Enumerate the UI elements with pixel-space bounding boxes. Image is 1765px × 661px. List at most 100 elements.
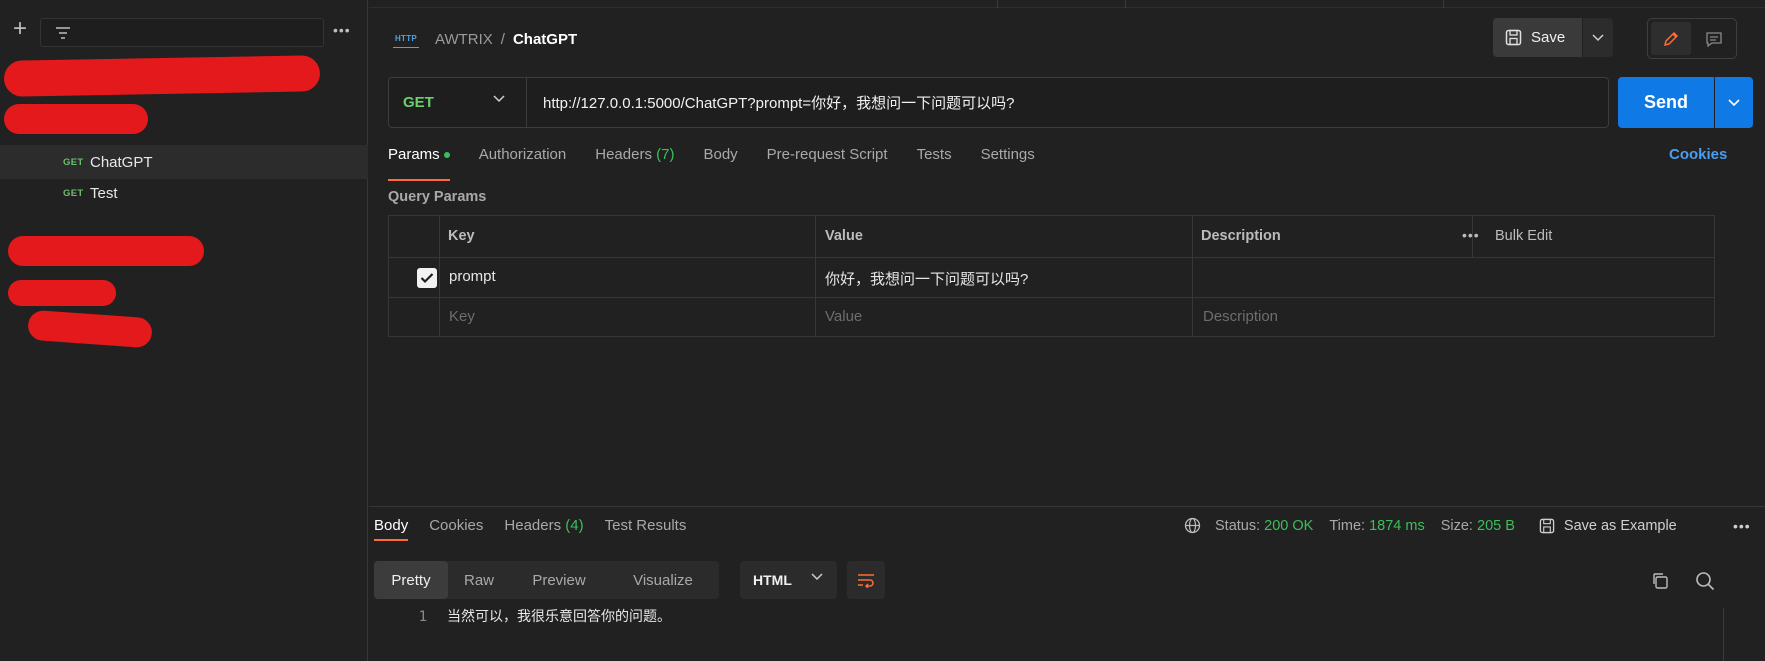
table-row-empty: Key Value Description [389, 298, 1714, 336]
save-icon [1539, 518, 1555, 533]
chevron-down-icon [1592, 33, 1604, 41]
tab-tests[interactable]: Tests [917, 146, 952, 178]
redaction-mark [4, 104, 148, 134]
page-title[interactable]: ChatGPT [513, 31, 577, 48]
response-tab-body[interactable]: Body [374, 517, 409, 541]
redaction-mark [8, 236, 204, 266]
cookies-link[interactable]: Cookies [1669, 146, 1727, 163]
headers-count: (7) [656, 146, 675, 163]
time-badge[interactable]: Time: 1874 ms [1329, 518, 1424, 534]
time-value: 1874 ms [1369, 517, 1425, 534]
method-select[interactable]: GET [389, 78, 527, 127]
send-button[interactable]: Send [1618, 77, 1714, 128]
redaction-mark [27, 309, 153, 349]
more-options-icon[interactable]: ••• [1462, 227, 1480, 243]
wrap-lines-icon [858, 574, 874, 588]
http-icon: HTTP [393, 30, 419, 48]
response-tab-test-results[interactable]: Test Results [605, 517, 687, 534]
edit-mode-button[interactable] [1651, 22, 1691, 55]
sidebar: + ••• ⌄ ⌄ AWTRIX GET ChatGPT GET Test › [0, 0, 368, 661]
status-label: Status: [1215, 517, 1261, 534]
checkmark-icon [420, 273, 434, 284]
breadcrumb-parent[interactable]: AWTRIX [435, 31, 493, 48]
param-value[interactable]: 你好，我想问一下问题可以吗? [825, 268, 1028, 289]
sidebar-filter-input[interactable] [40, 18, 324, 47]
chevron-down-icon [811, 573, 823, 581]
breadcrumb-separator: / [500, 30, 505, 48]
tab-authorization[interactable]: Authorization [479, 146, 567, 178]
tab-label: Headers [504, 517, 562, 534]
format-raw[interactable]: Raw [448, 561, 510, 599]
request-tabs: Params Authorization Headers (7) Body Pr… [388, 146, 1035, 181]
url-input[interactable]: http://127.0.0.1:5000/ChatGPT?prompt=你好，… [543, 92, 1014, 113]
param-key[interactable]: prompt [449, 268, 496, 285]
headers-count: (4) [565, 517, 584, 534]
request-name: Test [90, 184, 118, 202]
size-label: Size: [1440, 517, 1473, 534]
save-icon [1505, 29, 1522, 46]
new-key-input[interactable]: Key [449, 308, 475, 325]
method-tag: GET [63, 156, 84, 168]
format-preview[interactable]: Preview [510, 561, 608, 599]
save-options-button[interactable] [1583, 18, 1613, 57]
table-header-row: Key Value Description ••• Bulk Edit [389, 216, 1714, 258]
pencil-icon [1663, 31, 1679, 46]
column-header-key: Key [448, 228, 475, 244]
query-params-table: Key Value Description ••• Bulk Edit prom… [388, 215, 1715, 337]
format-pretty[interactable]: Pretty [374, 561, 448, 599]
save-as-example-label: Save as Example [1563, 517, 1677, 534]
comments-button[interactable] [1694, 22, 1734, 55]
save-button[interactable]: Save [1493, 18, 1582, 57]
send-options-button[interactable] [1715, 77, 1753, 128]
active-dot-icon [443, 152, 450, 159]
tab-body[interactable]: Body [703, 146, 737, 178]
bulk-edit-button[interactable]: Bulk Edit [1495, 228, 1552, 244]
vertical-scrollbar[interactable] [1723, 608, 1735, 661]
tab-label: Headers [595, 146, 652, 163]
tab-settings[interactable]: Settings [981, 146, 1035, 178]
status-badge[interactable]: Status: 200 OK [1215, 518, 1313, 534]
response-tab-cookies[interactable]: Cookies [429, 517, 483, 534]
method-tag: GET [63, 187, 84, 199]
size-value: 205 B [1477, 517, 1515, 534]
status-value: 200 OK [1264, 517, 1314, 534]
response-body-line: 1 当然可以，我很乐意回答你的问题。 [413, 606, 671, 626]
filter-icon[interactable] [55, 26, 71, 40]
copy-icon[interactable] [1651, 572, 1669, 590]
tab-prerequest-script[interactable]: Pre-request Script [767, 146, 888, 178]
tab-strip [369, 0, 1765, 8]
tab-divider [997, 0, 998, 8]
new-description-input[interactable]: Description [1203, 308, 1278, 325]
language-value: HTML [753, 572, 792, 588]
view-mode-toggle [1647, 18, 1737, 59]
response-tab-headers[interactable]: Headers (4) [504, 517, 583, 534]
param-enabled-checkbox[interactable] [417, 268, 437, 288]
response-divider[interactable] [369, 506, 1765, 507]
tab-divider [1443, 0, 1444, 8]
word-wrap-button[interactable] [847, 561, 885, 599]
tab-params[interactable]: Params [388, 146, 450, 181]
search-icon[interactable] [1695, 571, 1715, 591]
tab-divider [1125, 0, 1126, 8]
format-visualize[interactable]: Visualize [608, 561, 718, 599]
chevron-down-icon [1728, 98, 1740, 106]
column-header-description: Description [1201, 228, 1281, 244]
language-select[interactable]: HTML [740, 561, 837, 599]
save-as-example-button[interactable]: Save as Example [1539, 518, 1677, 534]
more-options-icon[interactable]: ••• [1733, 518, 1751, 534]
query-params-title: Query Params [388, 189, 487, 205]
response-tabs: Body Cookies Headers (4) Test Results [374, 517, 687, 541]
column-header-value: Value [825, 228, 863, 244]
new-value-input[interactable]: Value [825, 308, 862, 325]
sidebar-toolbar: + ••• [0, 0, 368, 66]
tree-request-test[interactable]: GET Test [0, 176, 368, 210]
size-badge[interactable]: Size: 205 B [1441, 518, 1515, 534]
tab-headers[interactable]: Headers (7) [595, 146, 674, 178]
response-meta: Status: 200 OK Time: 1874 ms Size: 205 B… [1184, 517, 1677, 534]
globe-icon[interactable] [1184, 517, 1201, 534]
redaction-mark [8, 280, 116, 306]
table-row: prompt 你好，我想问一下问题可以吗? [389, 258, 1714, 298]
add-icon[interactable]: + [10, 17, 30, 41]
more-options-icon[interactable]: ••• [333, 22, 351, 38]
tree-request-chatgpt[interactable]: GET ChatGPT [0, 145, 368, 179]
